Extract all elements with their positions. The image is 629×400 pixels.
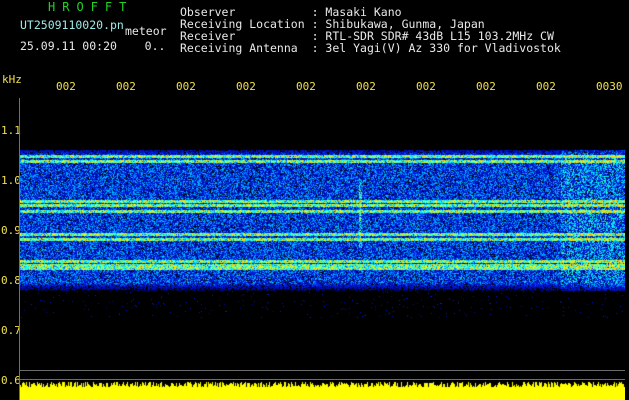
- frequency-tick-label: 0.6: [1, 374, 21, 387]
- frequency-tick-label: 0.9: [1, 224, 21, 237]
- divider-line: [20, 379, 625, 380]
- app-brand: HROFFT: [48, 0, 134, 14]
- time-tick-label: 002: [416, 80, 436, 93]
- time-tick-label: 0030: [596, 80, 623, 93]
- time-tick-label: 002: [536, 80, 556, 93]
- extra-value: 0..: [144, 39, 166, 53]
- date-time: 25.09.11 00:20: [20, 39, 117, 53]
- time-tick-label: 002: [476, 80, 496, 93]
- time-tick-label: 002: [296, 80, 316, 93]
- divider-line: [20, 370, 625, 371]
- spectrogram: [20, 98, 625, 400]
- info-value: 3el Yagi(V) Az 330 for Vladivostok: [325, 41, 561, 55]
- date-time-line: 25.09.11 00:20 0..: [20, 40, 165, 52]
- info-separator: :: [311, 41, 326, 55]
- time-tick-label: 002: [56, 80, 76, 93]
- station-info: Observer : Masaki Kano Receiving Location…: [180, 6, 561, 54]
- frequency-tick-label: 0.8: [1, 274, 21, 287]
- mode-label: meteor: [125, 24, 167, 38]
- info-row: Receiving Antenna : 3el Yagi(V) Az 330 f…: [180, 42, 561, 54]
- time-tick-label: 002: [116, 80, 136, 93]
- frequency-tick-label: 0.7: [1, 324, 21, 337]
- time-tick-label: 002: [236, 80, 256, 93]
- time-tick-label: 002: [356, 80, 376, 93]
- file-name: UT2509110020.pn: [20, 18, 124, 32]
- time-tick-label: 002: [176, 80, 196, 93]
- info-label: Receiving Antenna: [180, 41, 312, 55]
- frequency-tick-label: 1.1: [1, 124, 21, 137]
- frequency-unit-label: kHz: [2, 73, 22, 86]
- frequency-tick-label: 1.0: [1, 174, 21, 187]
